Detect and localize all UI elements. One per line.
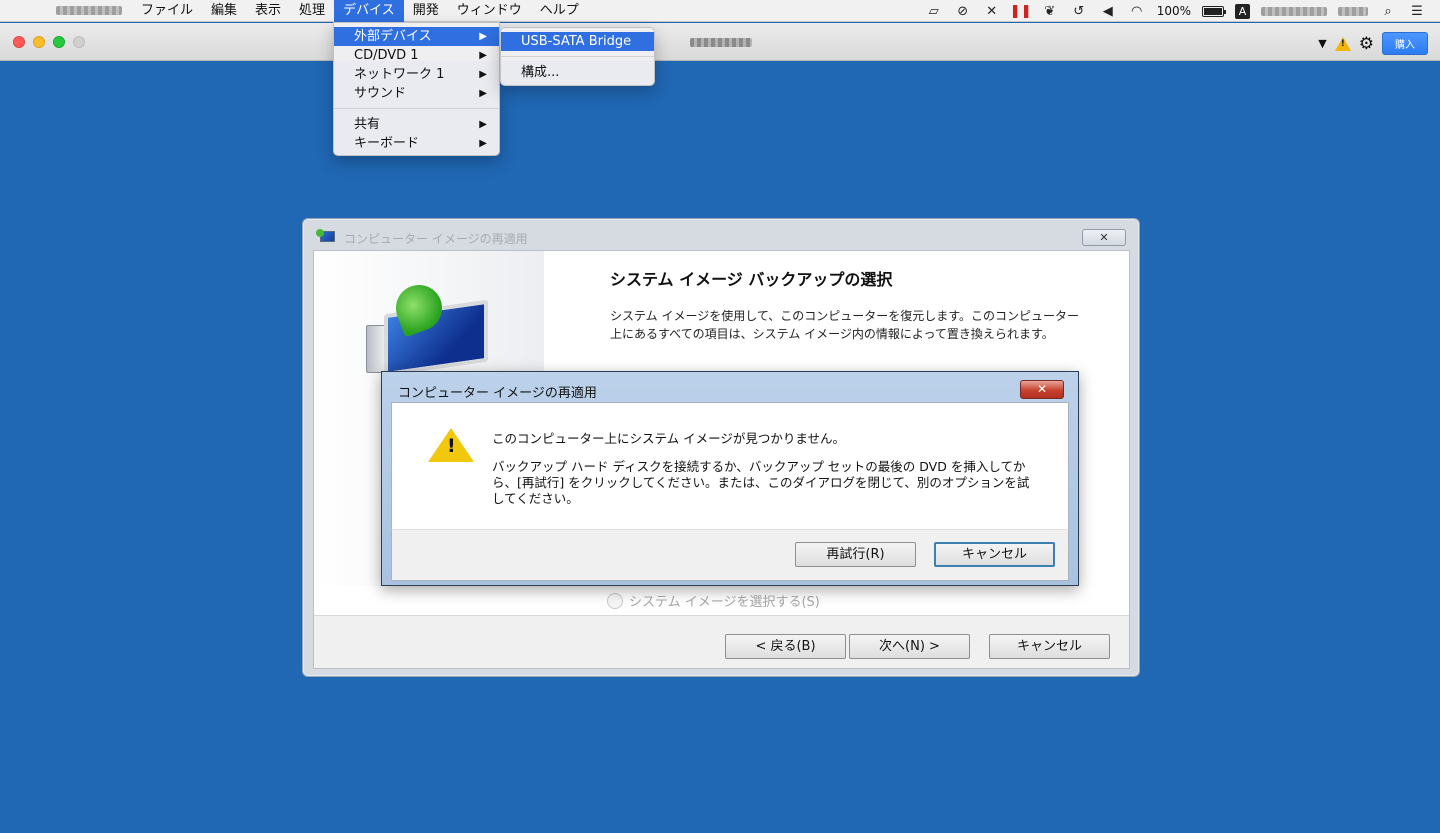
menu-item-usb-sata-bridge[interactable]: USB-SATA Bridge	[501, 32, 654, 51]
menu-item-keyboard[interactable]: キーボード ▶	[334, 134, 499, 153]
drive-icon[interactable]: ▱	[925, 3, 943, 19]
warning-icon	[428, 428, 474, 462]
wizard-app-icon	[316, 229, 336, 245]
window-title-redacted	[690, 38, 752, 47]
wizard-cancel-button[interactable]: キャンセル	[989, 634, 1110, 659]
status-area: ▱ ⊘ ✕ ❚❚ ❦ ↺ ◀ ◠ 100% A ⌕ ☰	[925, 0, 1440, 22]
battery-percent: 100%	[1156, 4, 1191, 18]
submenu-arrow-icon: ▶	[479, 31, 487, 42]
wizard-description: システム イメージを使用して、このコンピューターを復元します。このコンピューター…	[610, 309, 1080, 341]
devices-menu: 外部デバイス ▶ CD/DVD 1 ▶ ネットワーク 1 ▶ サウンド ▶ 共有 ▶ キー…	[333, 22, 500, 156]
menu-separator	[334, 108, 499, 109]
spotlight-search-icon[interactable]: ⌕	[1379, 3, 1397, 19]
crossed-tools-icon[interactable]: ✕	[983, 3, 1001, 19]
select-system-image-option[interactable]: システム イメージを選択する(S)	[607, 591, 820, 610]
menu-edit[interactable]: 編集	[202, 0, 246, 22]
wizard-title: コンピューター イメージの再適用	[344, 232, 528, 246]
wizard-footer: < 戻る(B) 次へ(N) > キャンセル	[314, 615, 1129, 668]
window-close-button[interactable]	[13, 36, 25, 48]
vm-window-toolbar: ▼ ! ⚙ 購入	[0, 23, 1440, 61]
wifi-icon[interactable]: ◠	[1128, 3, 1146, 19]
error-dialog-body: このコンピューター上にシステム イメージが見つかりません。 バックアップ ハード…	[391, 402, 1069, 529]
menu-item-network[interactable]: ネットワーク 1 ▶	[334, 65, 499, 84]
menubar: ファイル 編集 表示 処理 デバイス 開発 ウィンドウ ヘルプ ▱ ⊘ ✕ ❚❚…	[0, 0, 1440, 22]
menu-item-configure[interactable]: 構成...	[501, 63, 654, 82]
submenu-arrow-icon: ▶	[479, 88, 487, 99]
window-zoom-button[interactable]	[53, 36, 65, 48]
error-message-detail: バックアップ ハード ディスクを接続するか、バックアップ セットの最後の DVD…	[492, 459, 1030, 506]
external-devices-submenu: USB-SATA Bridge 構成...	[500, 27, 655, 86]
next-button[interactable]: 次へ(N) >	[849, 634, 970, 659]
error-dialog-title: コンピューター イメージの再適用	[398, 386, 597, 401]
gear-icon[interactable]: ⚙	[1359, 34, 1374, 54]
menu-window[interactable]: ウィンドウ	[448, 0, 531, 22]
error-dialog: コンピューター イメージの再適用 ✕ このコンピューター上にシステム イメージが…	[381, 371, 1079, 586]
menu-devices[interactable]: デバイス	[334, 0, 404, 22]
window-minimize-button[interactable]	[33, 36, 45, 48]
clock-redacted[interactable]	[1338, 6, 1368, 16]
leaf-icon[interactable]: ❦	[1041, 3, 1059, 19]
menu-develop[interactable]: 開発	[404, 0, 448, 22]
app-name-redacted[interactable]	[56, 6, 122, 15]
submenu-arrow-icon: ▶	[479, 69, 487, 80]
back-button[interactable]: < 戻る(B)	[725, 634, 846, 659]
window-extra-button[interactable]	[73, 36, 85, 48]
menu-item-external-devices[interactable]: 外部デバイス ▶	[334, 27, 499, 46]
battery-icon[interactable]	[1202, 5, 1226, 17]
pause-bars-icon[interactable]: ❚❚	[1010, 3, 1032, 19]
submenu-arrow-icon: ▶	[479, 138, 487, 149]
select-system-image-radio[interactable]	[607, 592, 623, 609]
select-system-image-label: システム イメージを選択する(S)	[629, 595, 820, 610]
warning-icon[interactable]: !	[1334, 36, 1351, 51]
menu-separator	[501, 56, 654, 57]
wizard-heading: システム イメージ バックアップの選択	[610, 270, 893, 289]
slash-icon[interactable]: ⊘	[954, 3, 972, 19]
menu-file[interactable]: ファイル	[132, 0, 202, 22]
menu-item-sharing[interactable]: 共有 ▶	[334, 115, 499, 134]
menu-view[interactable]: 表示	[246, 0, 290, 22]
retry-button[interactable]: 再試行(R)	[795, 542, 916, 567]
user-name-redacted[interactable]	[1261, 6, 1327, 16]
submenu-arrow-icon: ▶	[479, 50, 487, 61]
error-dialog-footer: 再試行(R) キャンセル	[391, 529, 1069, 581]
menu-item-sound[interactable]: サウンド ▶	[334, 84, 499, 103]
submenu-arrow-icon: ▶	[479, 119, 487, 130]
volume-icon[interactable]: ◀	[1099, 3, 1117, 19]
menu-process[interactable]: 処理	[290, 0, 334, 22]
time-machine-icon[interactable]: ↺	[1070, 3, 1088, 19]
buy-button[interactable]: 購入	[1382, 32, 1428, 55]
wizard-close-button[interactable]: ✕	[1082, 229, 1126, 246]
wizard-titlebar[interactable]: コンピューター イメージの再適用 ✕	[303, 219, 1139, 249]
notification-center-icon[interactable]: ☰	[1408, 3, 1426, 19]
dropdown-triangle-icon[interactable]: ▼	[1318, 37, 1326, 50]
error-message-main: このコンピューター上にシステム イメージが見つかりません。	[492, 431, 845, 446]
error-cancel-button[interactable]: キャンセル	[934, 542, 1055, 567]
menu-item-cd-dvd[interactable]: CD/DVD 1 ▶	[334, 46, 499, 65]
input-source-icon[interactable]: A	[1235, 3, 1250, 19]
menu-help[interactable]: ヘルプ	[531, 0, 588, 22]
error-dialog-close-button[interactable]: ✕	[1020, 380, 1064, 399]
